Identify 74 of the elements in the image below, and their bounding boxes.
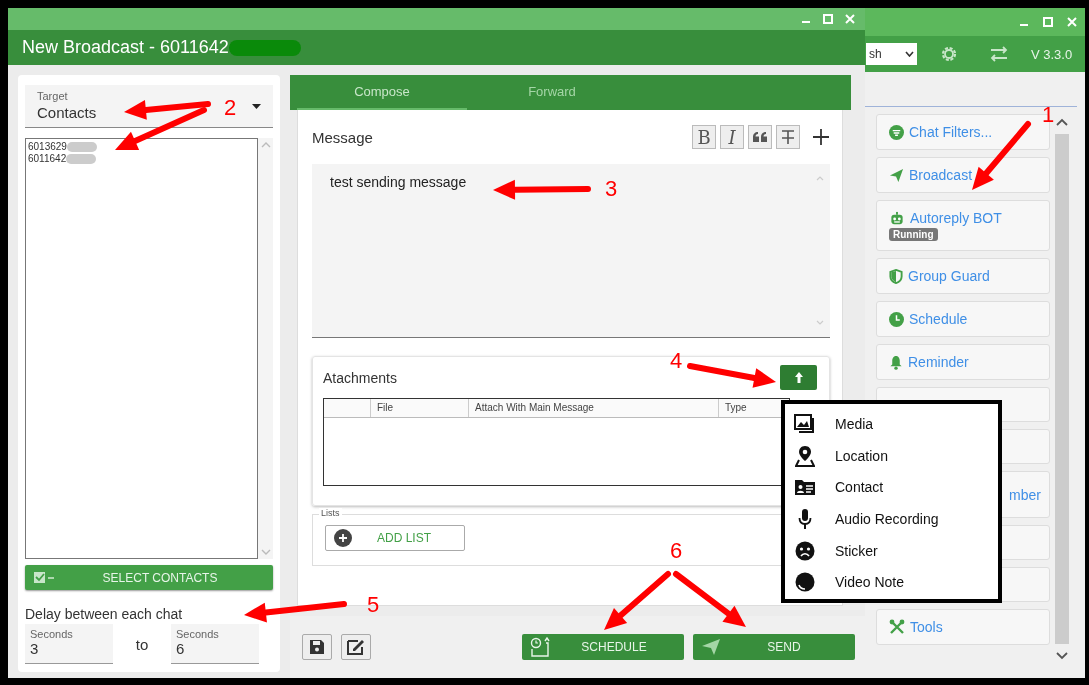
quote-button[interactable]: [748, 125, 772, 149]
maximize-icon[interactable]: [823, 14, 833, 24]
contacts-list[interactable]: 6013629 6011642: [25, 138, 258, 559]
bell-icon: [889, 354, 903, 370]
shield-icon: [889, 268, 903, 284]
sad-face-icon: [795, 540, 815, 561]
strikethrough-button[interactable]: [776, 125, 800, 149]
format-button[interactable]: B: [692, 125, 716, 149]
status-badge: Running: [889, 228, 938, 241]
map-pin-icon: [795, 444, 815, 467]
plus-icon[interactable]: [812, 128, 830, 146]
annotation-number: 4: [670, 348, 683, 373]
upload-arrow-icon: [793, 371, 804, 384]
seconds-field[interactable]: Seconds 3: [25, 624, 113, 664]
chevron-down-icon: [905, 51, 914, 57]
menu-item[interactable]: Sticker: [791, 534, 998, 567]
caret-icon: [252, 104, 261, 109]
menu-item[interactable]: Video Note: [791, 566, 998, 599]
save-icon: [309, 639, 325, 655]
format-button[interactable]: I: [720, 125, 744, 149]
column-header[interactable]: Attach With Main Message: [468, 399, 718, 417]
close-icon[interactable]: [1067, 17, 1077, 27]
redaction-mark: [66, 154, 97, 164]
settings-icon[interactable]: [939, 44, 959, 64]
redaction-mark: [66, 142, 97, 152]
quote-icon: [752, 131, 768, 143]
annotation-arrow: [604, 571, 671, 630]
annotation-number: 3: [605, 176, 618, 201]
language-dropdown[interactable]: sh: [866, 43, 917, 65]
message-label: Message: [312, 128, 374, 146]
annotation-number: 6: [670, 538, 683, 563]
annotation-number: 2: [224, 95, 237, 120]
tools-icon: [889, 619, 905, 635]
version-label: V 3.3.0: [1031, 46, 1073, 62]
scroll-up-icon[interactable]: [1056, 118, 1068, 126]
menu-item[interactable]: Media: [791, 408, 998, 440]
lists-label: Lists: [319, 508, 342, 518]
seconds-field[interactable]: Seconds 6: [171, 624, 259, 664]
paper-plane-icon: [701, 638, 721, 656]
save-button[interactable]: [302, 634, 332, 660]
menu-item[interactable]: Location: [791, 439, 998, 472]
to-label: to: [134, 635, 150, 653]
sidebar-item[interactable]: Autoreply BOT Running: [876, 200, 1050, 251]
filter-icon: [889, 124, 904, 140]
attachments-label: Atachments: [323, 369, 397, 386]
annotation-number: 5: [367, 592, 380, 617]
menu-item[interactable]: Contact: [791, 471, 998, 504]
maximize-icon[interactable]: [1043, 17, 1053, 27]
menu-item[interactable]: Audio Recording: [791, 503, 998, 535]
contact-number: 6011642: [28, 153, 67, 165]
strikethrough-icon: [780, 129, 796, 145]
clock-icon: [889, 311, 904, 327]
contact-card-icon: [794, 478, 816, 497]
calendar-clock-icon: [530, 637, 552, 657]
video-note-icon: [795, 572, 815, 593]
column-header[interactable]: File: [370, 399, 468, 417]
swap-icon[interactable]: [989, 46, 1009, 62]
upload-button[interactable]: [780, 365, 817, 390]
image-icon: [794, 413, 816, 434]
send-button[interactable]: SEND: [693, 634, 855, 660]
scroll-down-icon[interactable]: [1056, 652, 1068, 660]
edit-button[interactable]: [341, 634, 371, 660]
checkbox-icon: [33, 570, 55, 585]
delay-label: Delay between each chat: [25, 606, 184, 622]
paper-plane-icon: [889, 167, 904, 183]
close-icon[interactable]: [845, 14, 855, 24]
plus-circle-icon: [334, 529, 352, 547]
edit-icon: [347, 639, 365, 655]
contact-number: 6013629: [28, 141, 67, 153]
schedule-button[interactable]: SCHEDULE: [522, 634, 684, 660]
window-title: New Broadcast - 6011642: [22, 37, 229, 58]
robot-icon: [889, 210, 905, 226]
microphone-icon: [798, 507, 812, 530]
scrollbar-thumb[interactable]: [1055, 134, 1069, 644]
